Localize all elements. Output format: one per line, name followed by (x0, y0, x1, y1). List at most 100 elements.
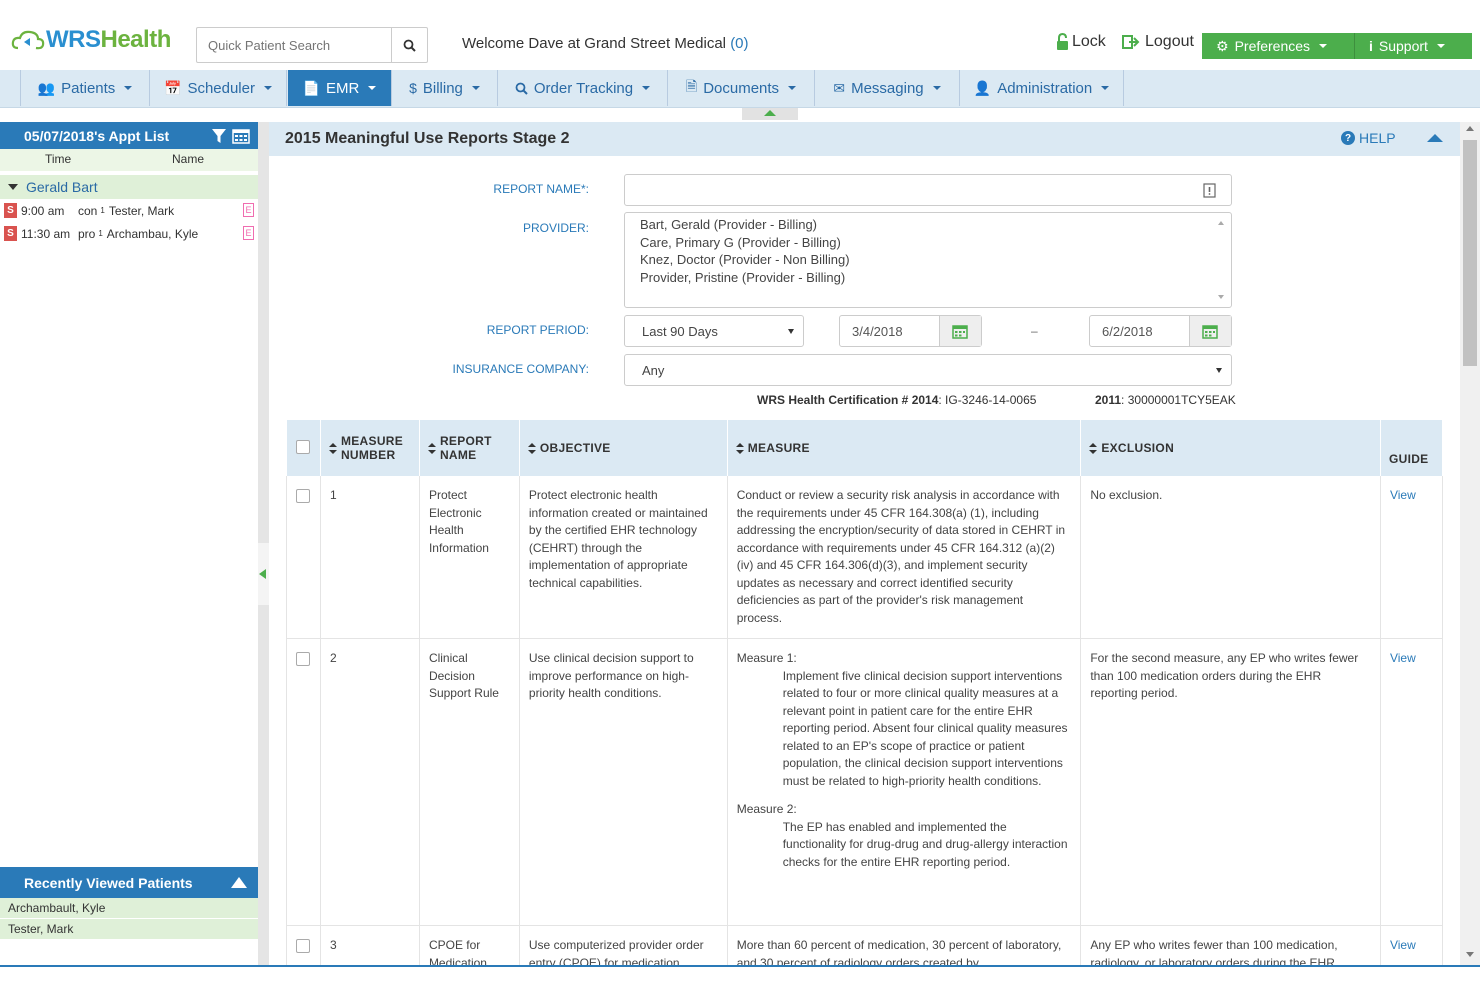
search-icon (515, 82, 528, 95)
measure-number: 1 (320, 476, 420, 639)
start-date-field[interactable]: 3/4/2018 (839, 315, 982, 347)
nav-label: Patients (61, 79, 116, 97)
measure-text: The EP has enabled and implemented the f… (782, 819, 1068, 869)
calendar-icon: 📅 (164, 79, 182, 96)
appointment-row[interactable]: S 11:30 am pro 1 Archambau, Kyle E (0, 222, 258, 245)
col-objective[interactable]: OBJECTIVE (519, 420, 728, 476)
insurance-select-value: Any (642, 363, 665, 378)
gear-icon: ⚙ (1216, 37, 1229, 54)
chevron-down-icon (263, 86, 272, 90)
eligibility-icon[interactable]: E (243, 203, 254, 217)
search-button[interactable] (391, 28, 427, 62)
lock-icon (1057, 33, 1068, 50)
sort-icon (328, 442, 337, 454)
search-icon (403, 39, 416, 52)
provider-option[interactable]: Knez, Doctor (Provider - Non Billing) (640, 251, 1231, 269)
insurance-select[interactable]: Any (624, 354, 1232, 386)
header-text: NAME (439, 448, 477, 462)
provider-group-name: Gerald Bart (26, 179, 98, 195)
help-link[interactable]: ? HELP (1341, 130, 1396, 146)
view-guide-link[interactable]: View (1390, 488, 1416, 502)
nav-emr[interactable]: 📄 EMR (288, 70, 392, 106)
calendar-button[interactable] (938, 316, 981, 346)
quick-patient-search-input[interactable] (197, 28, 391, 62)
lock-button[interactable]: Lock (1056, 33, 1106, 51)
nav-order-tracking[interactable]: Order Tracking (498, 70, 668, 106)
scrollbar-thumb[interactable] (1463, 140, 1477, 366)
row-checkbox[interactable] (296, 652, 311, 666)
vertical-scrollbar[interactable] (1460, 122, 1480, 965)
row-checkbox[interactable] (296, 489, 311, 503)
recent-patient-item[interactable]: Archambault, Kyle (0, 898, 258, 919)
scroll-up-icon[interactable] (1466, 126, 1474, 131)
provider-group[interactable]: Gerald Bart (0, 175, 258, 199)
message-count[interactable]: (0) (730, 35, 748, 52)
provider-listbox[interactable]: Bart, Gerald (Provider - Billing) Care, … (624, 212, 1232, 308)
logout-label: Logout (1145, 33, 1194, 50)
view-guide-link[interactable]: View (1390, 651, 1416, 665)
collapse-up-icon[interactable] (231, 877, 247, 888)
period-select[interactable]: Last 90 Days (624, 315, 804, 347)
provider-option[interactable]: Bart, Gerald (Provider - Billing) (640, 216, 1231, 234)
users-icon: 👥 (37, 79, 56, 96)
preferences-button[interactable]: ⚙ Preferences (1202, 33, 1354, 59)
report-name: Protect Electronic Health Information (419, 476, 520, 639)
collapse-panel-icon[interactable] (1427, 134, 1443, 142)
nav-collapse-handle[interactable] (742, 108, 798, 120)
calendar-icon[interactable] (232, 127, 250, 144)
col-measure-number[interactable]: MEASURE NUMBER (320, 420, 420, 476)
chevron-down-icon (1319, 44, 1328, 48)
nav-patients[interactable]: 👥 Patients (20, 70, 150, 106)
chevron-down-icon (1436, 44, 1445, 48)
col-exclusion[interactable]: EXCLUSION (1080, 420, 1381, 476)
report-name: CPOE for Medication, (419, 925, 520, 965)
col-report-name[interactable]: REPORT NAME (419, 420, 520, 476)
nav-label: Order Tracking (533, 79, 634, 97)
main-nav: 👥 Patients 📅 Scheduler 📄 EMR $ Billing O… (0, 70, 1480, 108)
support-button[interactable]: i Support (1354, 33, 1472, 59)
table-row: 1 Protect Electronic Health Information … (286, 476, 1444, 639)
status-badge: S (4, 226, 17, 241)
nav-documents[interactable]: 🗎 Documents (668, 70, 815, 106)
nav-messaging[interactable]: ✉ Messaging (815, 70, 960, 106)
select-arrow-icon (1216, 368, 1222, 373)
scroll-up-icon[interactable] (1218, 221, 1224, 225)
view-guide-link[interactable]: View (1390, 938, 1416, 952)
top-header: WRSHealth Welcome Dave at Grand Street M… (0, 20, 1480, 70)
filter-icon[interactable] (212, 128, 226, 143)
nav-administration[interactable]: 👤 Administration (960, 70, 1124, 106)
end-date-field[interactable]: 6/2/2018 (1089, 315, 1232, 347)
help-label: HELP (1359, 130, 1396, 146)
nav-scheduler[interactable]: 📅 Scheduler (150, 70, 287, 106)
provider-option[interactable]: Care, Primary G (Provider - Billing) (640, 234, 1231, 252)
calendar-button[interactable] (1188, 316, 1231, 346)
measure-label: Measure 2: (736, 802, 797, 816)
objective: Protect electronic health information cr… (519, 476, 728, 639)
logout-icon (1122, 35, 1140, 49)
recently-viewed-header[interactable]: Recently Viewed Patients (0, 867, 258, 898)
wrshealth-logo[interactable]: WRSHealth (10, 26, 171, 54)
nav-label: Scheduler (187, 79, 255, 97)
nav-billing[interactable]: $ Billing (392, 70, 498, 106)
col-measure[interactable]: MEASURE (727, 420, 1082, 476)
eligibility-icon[interactable]: E (243, 226, 254, 240)
recent-patient-item[interactable]: Tester, Mark (0, 919, 258, 940)
report-name-input[interactable] (624, 174, 1232, 206)
row-checkbox[interactable] (296, 939, 311, 953)
scroll-down-icon[interactable] (1218, 295, 1224, 299)
appt-type: con (78, 203, 98, 218)
sidebar-splitter[interactable] (258, 122, 269, 965)
table-row: 3 CPOE for Medication, Use computerized … (286, 925, 1444, 965)
col-time[interactable]: Time (0, 149, 120, 171)
provider-option[interactable]: Provider, Pristine (Provider - Billing) (640, 269, 1231, 287)
col-name[interactable]: Name (120, 149, 204, 171)
logout-button[interactable]: Logout (1122, 33, 1194, 51)
scroll-down-icon[interactable] (1466, 952, 1474, 957)
measure-number: 3 (320, 925, 420, 965)
collapse-left-icon[interactable] (259, 569, 266, 579)
provider-label: PROVIDER: (522, 221, 589, 235)
appointment-row[interactable]: S 9:00 am con 1 Tester, Mark E (0, 199, 258, 222)
info-document-icon (1203, 183, 1216, 198)
exclusion: No exclusion. (1080, 476, 1381, 639)
select-all-checkbox[interactable] (296, 439, 311, 454)
